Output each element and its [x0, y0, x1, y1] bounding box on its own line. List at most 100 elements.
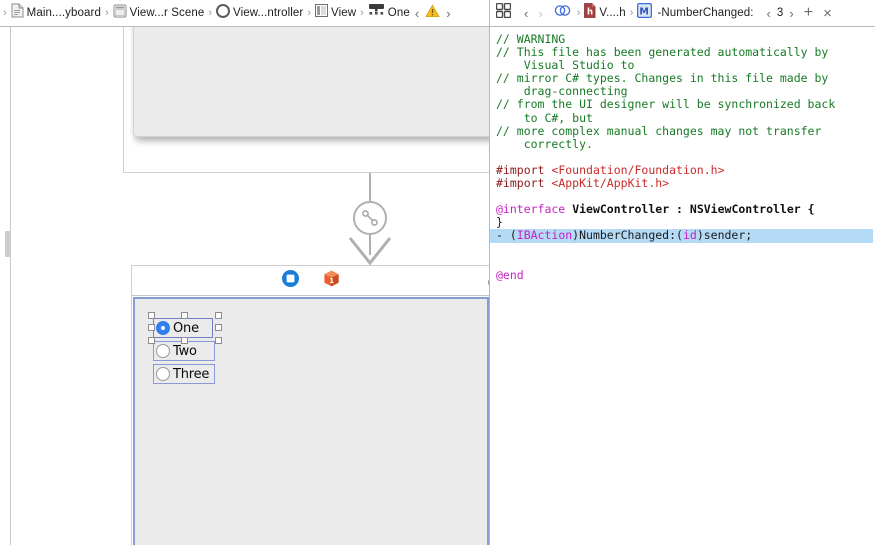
scene-root-view[interactable]: One Two Three: [133, 297, 489, 545]
navigator-divider: [10, 27, 11, 545]
code-comment-line: // more complex manual changes may not t…: [496, 123, 822, 138]
assistant-counter-prev[interactable]: ‹: [762, 7, 776, 20]
radio-button-icon[interactable]: [156, 367, 170, 381]
add-assistant-editor-button[interactable]: +: [799, 5, 818, 21]
assistant-editor-bar: ‹ › › h V....h › M -NumberChanged: ‹ 3 ›…: [490, 0, 875, 26]
breadcrumb-separator: ›: [360, 7, 364, 19]
assistant-symbol-label: -NumberChanged:: [657, 7, 754, 19]
segue-arrowhead: [348, 237, 392, 266]
view-controller-icon: [216, 3, 230, 23]
code-comment-line: to C#, but: [496, 110, 593, 125]
related-items-icon[interactable]: [554, 3, 571, 23]
selection-handle-e[interactable]: [215, 324, 222, 331]
first-responder-dock-icon[interactable]: 1: [322, 269, 341, 293]
action-selector: )NumberChanged:(: [572, 228, 683, 243]
code-comment-line: correctly.: [496, 136, 593, 151]
interface-builder-canvas[interactable]: 1 One Two Three: [0, 27, 490, 545]
breadcrumb-item-scene[interactable]: View...r Scene: [113, 0, 205, 26]
interface-superclass: NSViewController: [689, 202, 801, 217]
action-dash: - (: [496, 228, 517, 243]
code-comment-line: Visual Studio to: [496, 58, 635, 73]
selection-handle-ne[interactable]: [215, 312, 222, 319]
code-close-brace-line: }: [496, 215, 503, 230]
radio-option-three[interactable]: Three: [153, 364, 215, 384]
storyboard-file-icon: [11, 3, 24, 23]
assistant-file-label: V....h: [599, 7, 626, 19]
breadcrumb-item-view-controller[interactable]: View...ntroller: [216, 0, 303, 26]
jump-bar-forward-button[interactable]: ›: [441, 7, 455, 20]
interface-open-brace: {: [800, 202, 815, 217]
scene-above[interactable]: [123, 27, 490, 173]
code-action-line-highlighted[interactable]: - (IBAction)NumberChanged:(id)sender;: [490, 228, 873, 243]
radio-button-icon[interactable]: [156, 344, 170, 358]
code-import-line: #import <Foundation/Foundation.h>: [496, 163, 725, 177]
selection-handle-w[interactable]: [148, 324, 155, 331]
jump-bar-back-button[interactable]: ‹: [410, 7, 424, 20]
selection-handle-sw[interactable]: [148, 337, 155, 344]
selection-handle-s[interactable]: [181, 337, 188, 344]
view-icon: [315, 4, 328, 22]
breadcrumb-item-radio-group[interactable]: One: [368, 0, 410, 26]
assistant-code-editor[interactable]: // WARNING // This file has been generat…: [490, 27, 875, 545]
scene-dock: 1: [132, 266, 490, 296]
breadcrumb-label: View...r Scene: [129, 7, 205, 19]
breadcrumb-separator: ›: [307, 7, 311, 19]
breadcrumb-leading-separator: ›: [3, 7, 7, 19]
svg-text:h: h: [587, 8, 593, 18]
assistant-back-button[interactable]: ‹: [519, 7, 533, 20]
assistant-counter-value: 3: [776, 7, 784, 19]
scene-icon: [113, 4, 127, 23]
code-end-line: @end: [496, 267, 524, 282]
interface-class-name: ViewController: [572, 202, 670, 217]
selection-handles: [148, 312, 222, 344]
ibaction-keyword: IBAction: [516, 228, 573, 243]
assistant-counter-next[interactable]: ›: [784, 7, 798, 20]
view-controller-dock-icon[interactable]: [281, 269, 300, 293]
assistant-separator-2: ›: [629, 7, 634, 19]
code-interface-line: @interface ViewController : NSViewContro…: [496, 202, 815, 216]
radio-option-label: Two: [173, 343, 197, 359]
scene-selected[interactable]: 1 One Two Three: [131, 265, 490, 545]
breadcrumb-item-storyboard[interactable]: Main....yboard: [11, 0, 101, 26]
preprocessor-directive: #import: [496, 162, 545, 177]
code-comment-line: drag-connecting: [496, 84, 628, 99]
radio-group-icon: [368, 3, 385, 23]
svg-text:M: M: [640, 6, 649, 17]
selection-handle-se[interactable]: [215, 337, 222, 344]
segue-link-icon: [362, 210, 378, 226]
warning-triangle-icon[interactable]: [425, 3, 440, 23]
import-path: <AppKit/AppKit.h>: [551, 176, 670, 191]
assistant-layout-icon[interactable]: [495, 2, 512, 23]
code-import-line: #import <AppKit/AppKit.h>: [496, 176, 669, 190]
selection-handle-n[interactable]: [181, 312, 188, 319]
action-tail: )sender;: [696, 228, 753, 243]
code-comment-line: // WARNING: [496, 32, 566, 46]
selection-handle-nw[interactable]: [148, 312, 155, 319]
assistant-separator: ›: [576, 7, 581, 19]
code-comment-line: // This file has been generated automati…: [496, 45, 829, 60]
assistant-forward-button[interactable]: ›: [533, 7, 547, 20]
top-toolbar: › Main....yboard › View...r Scene › View…: [0, 0, 875, 27]
method-symbol-icon[interactable]: M: [637, 2, 653, 23]
radio-option-label: Three: [173, 366, 210, 382]
svg-text:1: 1: [329, 277, 334, 285]
source-code[interactable]: // WARNING // This file has been generat…: [490, 27, 875, 282]
interface-colon: :: [669, 202, 690, 217]
breadcrumb-separator: ›: [208, 7, 212, 19]
interface-keyword: @interface: [496, 202, 566, 217]
id-keyword: id: [682, 228, 697, 243]
close-assistant-editor-button[interactable]: ×: [818, 6, 837, 21]
segue-badge[interactable]: [353, 201, 387, 235]
preprocessor-directive: #import: [496, 176, 545, 191]
header-file-icon[interactable]: h: [584, 3, 596, 23]
breadcrumb-label: Main....yboard: [26, 7, 101, 19]
breadcrumb-item-view[interactable]: View: [315, 0, 356, 26]
radio-option-two[interactable]: Two: [153, 341, 215, 361]
scene-above-window: [133, 27, 490, 137]
xcode-interface-builder-window: › Main....yboard › View...r Scene › View…: [0, 0, 875, 545]
navigator-resize-grip[interactable]: [5, 231, 11, 257]
breadcrumb-label: View...ntroller: [233, 7, 304, 19]
code-comment-line: // from the UI designer will be synchron…: [496, 97, 836, 112]
radio-group-control[interactable]: One Two Three: [148, 312, 222, 387]
code-comment-line: // mirror C# types. Changes in this file…: [496, 71, 829, 86]
